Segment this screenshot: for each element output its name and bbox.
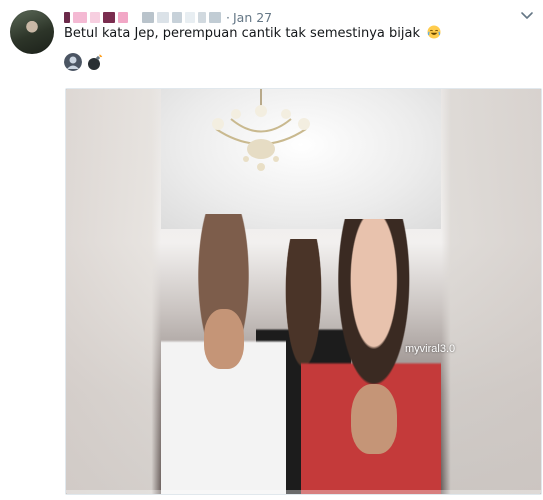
redacted-handle[interactable]	[198, 11, 206, 23]
video-label: myviral3.0	[405, 343, 456, 355]
tweet-card[interactable]: · Jan 27 Betul kata Jep, perempuan canti…	[0, 0, 543, 500]
redacted-name[interactable]	[64, 11, 70, 23]
redacted-handle[interactable]	[142, 11, 154, 23]
person-avatar-emoji	[64, 53, 82, 71]
video-progress-bar[interactable]	[66, 490, 541, 494]
redacted-name[interactable]	[103, 11, 115, 23]
tweet-header: · Jan 27	[64, 9, 272, 25]
chandelier-graphic	[212, 89, 310, 171]
redacted-name[interactable]	[90, 11, 100, 23]
avatar-ring	[10, 10, 54, 54]
face-with-tears-of-joy-icon	[427, 25, 441, 39]
embedded-video[interactable]: myviral3.0	[65, 88, 542, 495]
emoji-row	[64, 53, 104, 71]
redacted-handle[interactable]	[172, 11, 182, 23]
video-hand	[204, 309, 244, 369]
redacted-name[interactable]	[73, 11, 87, 23]
video-hand	[351, 384, 397, 454]
bomb-emoji	[88, 53, 103, 70]
tweet-date[interactable]: Jan 27	[233, 10, 272, 25]
tweet-text: Betul kata Jep, perempuan cantik tak sem…	[64, 25, 441, 43]
user-avatar[interactable]	[10, 10, 54, 54]
redacted-handle[interactable]	[157, 11, 169, 23]
redacted-name	[131, 11, 139, 23]
redacted-handle[interactable]	[209, 11, 221, 23]
tweet-text-content: Betul kata Jep, perempuan cantik tak sem…	[64, 26, 420, 41]
redacted-handle[interactable]	[185, 11, 195, 23]
date-separator: ·	[226, 9, 230, 25]
redacted-name[interactable]	[118, 11, 128, 23]
chevron-down-icon[interactable]	[519, 7, 535, 23]
